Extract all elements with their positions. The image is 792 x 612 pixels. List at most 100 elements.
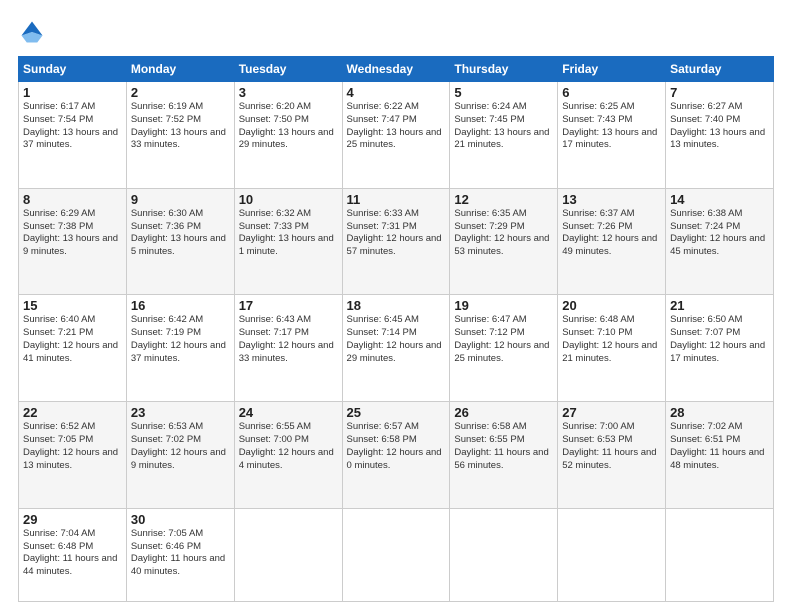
calendar-cell: 23Sunrise: 6:53 AMSunset: 7:02 PMDayligh…: [126, 402, 234, 509]
day-number: 6: [562, 85, 661, 100]
day-number: 12: [454, 192, 553, 207]
cell-text: Sunrise: 6:57 AMSunset: 6:58 PMDaylight:…: [347, 421, 442, 470]
day-number: 21: [670, 298, 769, 313]
day-header-monday: Monday: [126, 57, 234, 82]
calendar-cell: 30Sunrise: 7:05 AMSunset: 6:46 PMDayligh…: [126, 508, 234, 601]
calendar-cell: 8Sunrise: 6:29 AMSunset: 7:38 PMDaylight…: [19, 188, 127, 295]
calendar-cell: 19Sunrise: 6:47 AMSunset: 7:12 PMDayligh…: [450, 295, 558, 402]
day-number: 30: [131, 512, 230, 527]
day-header-saturday: Saturday: [666, 57, 774, 82]
day-number: 13: [562, 192, 661, 207]
calendar-cell: 13Sunrise: 6:37 AMSunset: 7:26 PMDayligh…: [558, 188, 666, 295]
calendar-cell: 26Sunrise: 6:58 AMSunset: 6:55 PMDayligh…: [450, 402, 558, 509]
day-number: 3: [239, 85, 338, 100]
cell-text: Sunrise: 6:45 AMSunset: 7:14 PMDaylight:…: [347, 314, 442, 363]
day-number: 7: [670, 85, 769, 100]
calendar-cell: 16Sunrise: 6:42 AMSunset: 7:19 PMDayligh…: [126, 295, 234, 402]
day-number: 14: [670, 192, 769, 207]
calendar-cell: 20Sunrise: 6:48 AMSunset: 7:10 PMDayligh…: [558, 295, 666, 402]
day-number: 11: [347, 192, 446, 207]
cell-text: Sunrise: 7:05 AMSunset: 6:46 PMDaylight:…: [131, 528, 225, 577]
calendar-cell: 17Sunrise: 6:43 AMSunset: 7:17 PMDayligh…: [234, 295, 342, 402]
calendar-cell: 3Sunrise: 6:20 AMSunset: 7:50 PMDaylight…: [234, 82, 342, 189]
cell-text: Sunrise: 6:22 AMSunset: 7:47 PMDaylight:…: [347, 101, 442, 150]
calendar-cell: 21Sunrise: 6:50 AMSunset: 7:07 PMDayligh…: [666, 295, 774, 402]
day-number: 22: [23, 405, 122, 420]
day-number: 28: [670, 405, 769, 420]
day-number: 5: [454, 85, 553, 100]
calendar-cell: 29Sunrise: 7:04 AMSunset: 6:48 PMDayligh…: [19, 508, 127, 601]
day-number: 15: [23, 298, 122, 313]
calendar-cell: 15Sunrise: 6:40 AMSunset: 7:21 PMDayligh…: [19, 295, 127, 402]
day-header-thursday: Thursday: [450, 57, 558, 82]
day-number: 2: [131, 85, 230, 100]
calendar-cell: 9Sunrise: 6:30 AMSunset: 7:36 PMDaylight…: [126, 188, 234, 295]
day-header-wednesday: Wednesday: [342, 57, 450, 82]
cell-text: Sunrise: 6:27 AMSunset: 7:40 PMDaylight:…: [670, 101, 765, 150]
page: SundayMondayTuesdayWednesdayThursdayFrid…: [0, 0, 792, 612]
cell-text: Sunrise: 6:53 AMSunset: 7:02 PMDaylight:…: [131, 421, 226, 470]
cell-text: Sunrise: 6:35 AMSunset: 7:29 PMDaylight:…: [454, 208, 549, 257]
logo: [18, 18, 50, 46]
cell-text: Sunrise: 6:48 AMSunset: 7:10 PMDaylight:…: [562, 314, 657, 363]
cell-text: Sunrise: 6:20 AMSunset: 7:50 PMDaylight:…: [239, 101, 334, 150]
day-number: 29: [23, 512, 122, 527]
day-number: 10: [239, 192, 338, 207]
cell-text: Sunrise: 7:04 AMSunset: 6:48 PMDaylight:…: [23, 528, 117, 577]
cell-text: Sunrise: 7:00 AMSunset: 6:53 PMDaylight:…: [562, 421, 656, 470]
calendar-cell: 24Sunrise: 6:55 AMSunset: 7:00 PMDayligh…: [234, 402, 342, 509]
day-number: 8: [23, 192, 122, 207]
day-number: 20: [562, 298, 661, 313]
cell-text: Sunrise: 6:55 AMSunset: 7:00 PMDaylight:…: [239, 421, 334, 470]
cell-text: Sunrise: 6:50 AMSunset: 7:07 PMDaylight:…: [670, 314, 765, 363]
calendar-cell: 7Sunrise: 6:27 AMSunset: 7:40 PMDaylight…: [666, 82, 774, 189]
calendar-cell: 14Sunrise: 6:38 AMSunset: 7:24 PMDayligh…: [666, 188, 774, 295]
day-number: 18: [347, 298, 446, 313]
day-number: 17: [239, 298, 338, 313]
cell-text: Sunrise: 6:32 AMSunset: 7:33 PMDaylight:…: [239, 208, 334, 257]
header: [18, 18, 774, 46]
cell-text: Sunrise: 6:29 AMSunset: 7:38 PMDaylight:…: [23, 208, 118, 257]
calendar-cell: [558, 508, 666, 601]
cell-text: Sunrise: 6:30 AMSunset: 7:36 PMDaylight:…: [131, 208, 226, 257]
calendar-table: SundayMondayTuesdayWednesdayThursdayFrid…: [18, 56, 774, 602]
calendar-cell: 2Sunrise: 6:19 AMSunset: 7:52 PMDaylight…: [126, 82, 234, 189]
cell-text: Sunrise: 6:52 AMSunset: 7:05 PMDaylight:…: [23, 421, 118, 470]
day-number: 25: [347, 405, 446, 420]
calendar-cell: 12Sunrise: 6:35 AMSunset: 7:29 PMDayligh…: [450, 188, 558, 295]
day-number: 19: [454, 298, 553, 313]
logo-icon: [18, 18, 46, 46]
cell-text: Sunrise: 6:37 AMSunset: 7:26 PMDaylight:…: [562, 208, 657, 257]
calendar-cell: 25Sunrise: 6:57 AMSunset: 6:58 PMDayligh…: [342, 402, 450, 509]
calendar-cell: [666, 508, 774, 601]
calendar-cell: [450, 508, 558, 601]
calendar-cell: 27Sunrise: 7:00 AMSunset: 6:53 PMDayligh…: [558, 402, 666, 509]
day-number: 4: [347, 85, 446, 100]
cell-text: Sunrise: 6:38 AMSunset: 7:24 PMDaylight:…: [670, 208, 765, 257]
day-number: 1: [23, 85, 122, 100]
cell-text: Sunrise: 6:42 AMSunset: 7:19 PMDaylight:…: [131, 314, 226, 363]
cell-text: Sunrise: 6:25 AMSunset: 7:43 PMDaylight:…: [562, 101, 657, 150]
calendar-cell: 10Sunrise: 6:32 AMSunset: 7:33 PMDayligh…: [234, 188, 342, 295]
cell-text: Sunrise: 6:40 AMSunset: 7:21 PMDaylight:…: [23, 314, 118, 363]
calendar-cell: 18Sunrise: 6:45 AMSunset: 7:14 PMDayligh…: [342, 295, 450, 402]
cell-text: Sunrise: 7:02 AMSunset: 6:51 PMDaylight:…: [670, 421, 764, 470]
day-number: 27: [562, 405, 661, 420]
day-number: 9: [131, 192, 230, 207]
calendar-cell: 6Sunrise: 6:25 AMSunset: 7:43 PMDaylight…: [558, 82, 666, 189]
day-number: 16: [131, 298, 230, 313]
calendar-cell: 11Sunrise: 6:33 AMSunset: 7:31 PMDayligh…: [342, 188, 450, 295]
day-number: 24: [239, 405, 338, 420]
cell-text: Sunrise: 6:33 AMSunset: 7:31 PMDaylight:…: [347, 208, 442, 257]
day-header-sunday: Sunday: [19, 57, 127, 82]
cell-text: Sunrise: 6:24 AMSunset: 7:45 PMDaylight:…: [454, 101, 549, 150]
day-number: 26: [454, 405, 553, 420]
calendar-cell: [234, 508, 342, 601]
day-header-friday: Friday: [558, 57, 666, 82]
calendar-cell: 4Sunrise: 6:22 AMSunset: 7:47 PMDaylight…: [342, 82, 450, 189]
calendar-cell: 5Sunrise: 6:24 AMSunset: 7:45 PMDaylight…: [450, 82, 558, 189]
calendar-cell: [342, 508, 450, 601]
calendar-cell: 22Sunrise: 6:52 AMSunset: 7:05 PMDayligh…: [19, 402, 127, 509]
day-number: 23: [131, 405, 230, 420]
day-header-tuesday: Tuesday: [234, 57, 342, 82]
